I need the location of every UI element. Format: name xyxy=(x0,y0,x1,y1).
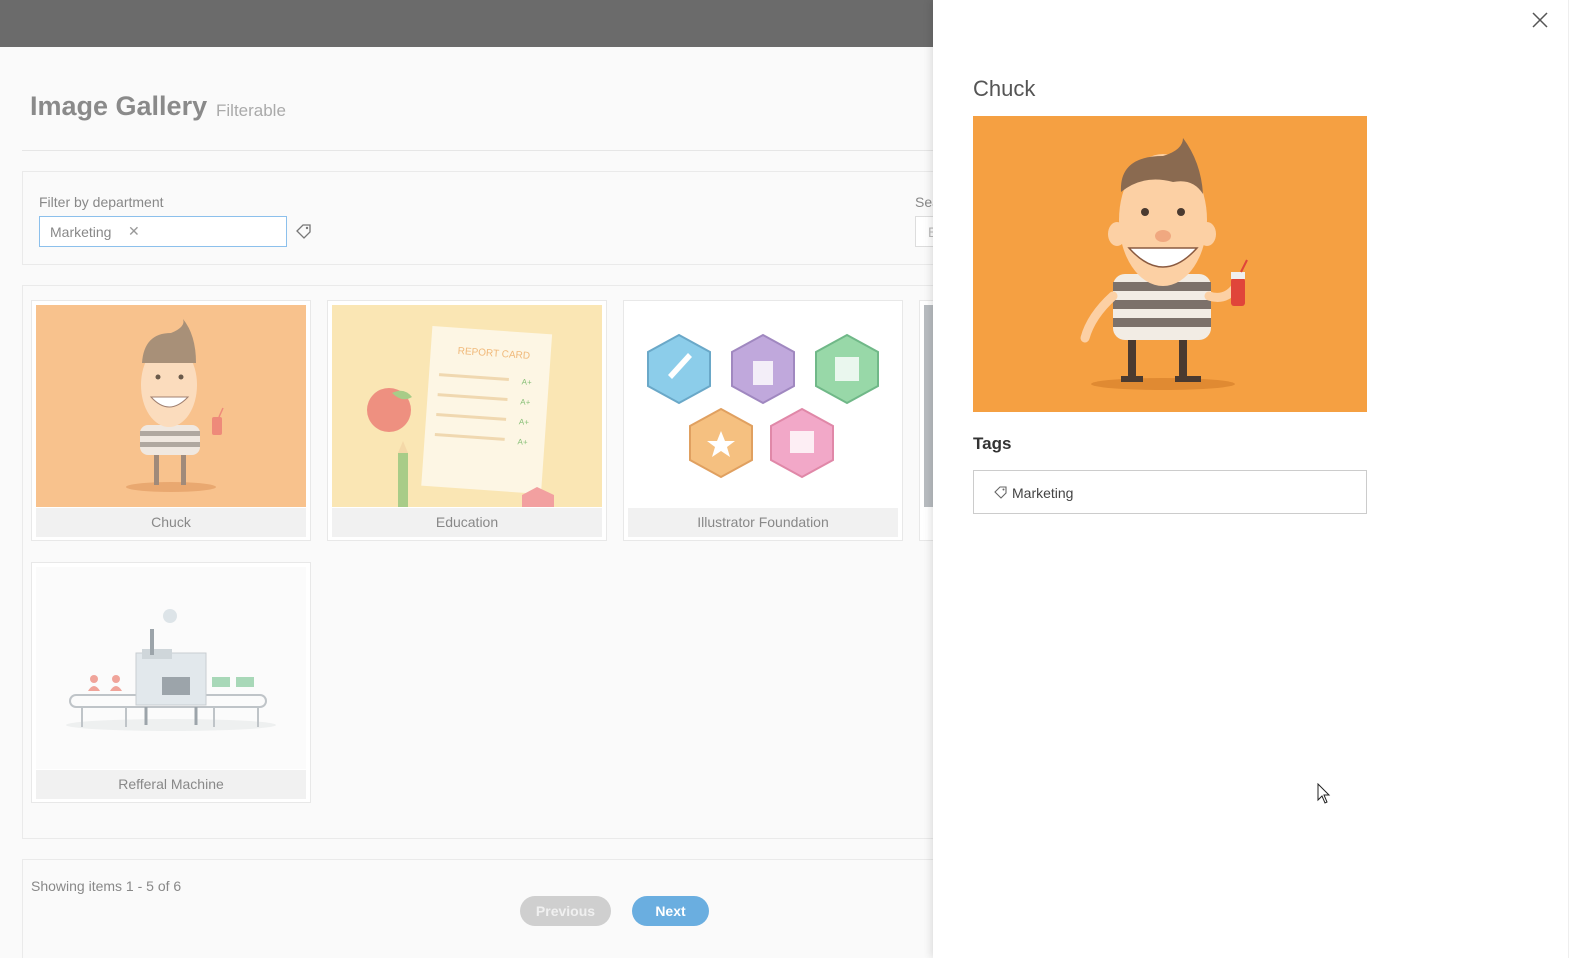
page-title: Image Gallery xyxy=(30,91,208,121)
card-caption: Chuck xyxy=(36,508,306,537)
tag-icon xyxy=(994,486,1007,499)
tags-heading: Tags xyxy=(973,434,1012,453)
pagination: Showing items 1 - 5 of 6 Previous Next xyxy=(22,859,942,958)
grade-2: A+ xyxy=(520,397,531,407)
grade-4: A+ xyxy=(517,437,528,447)
close-icon[interactable]: ✕ xyxy=(128,223,140,240)
grade-1: A+ xyxy=(521,377,532,387)
chuck-detail-image xyxy=(973,116,1367,412)
education-illustration: REPORT CARD A+ A+ A+ A+ xyxy=(367,326,554,507)
page-subtitle: Filterable xyxy=(216,101,286,120)
next-button[interactable]: Next xyxy=(632,896,709,926)
title-divider xyxy=(22,150,942,151)
tags-list: Marketing xyxy=(973,470,1367,514)
card-caption: Education xyxy=(332,508,602,537)
gallery-card-education[interactable]: REPORT CARD A+ A+ A+ A+ Education xyxy=(327,300,607,541)
tag-label: Marketing xyxy=(1012,485,1074,501)
gallery-card-refferal-machine[interactable]: Refferal Machine xyxy=(31,562,311,803)
grade-3: A+ xyxy=(519,417,530,427)
tag-clear-icon[interactable] xyxy=(295,222,313,240)
gallery-grid: Chuck REPORT CARD A+ A+ A+ A+ Education … xyxy=(22,285,942,839)
previous-button[interactable]: Previous xyxy=(520,896,611,926)
drawer-scrollbar[interactable] xyxy=(1568,0,1592,958)
card-caption: Illustrator Foundation xyxy=(628,508,898,537)
drawer-title: Chuck xyxy=(973,76,1036,101)
mouse-cursor-icon xyxy=(1317,783,1331,804)
detail-drawer: Chuck Tags Marketing xyxy=(933,0,1568,958)
filter-panel: Filter by department Marketing ✕ Sea E xyxy=(22,171,955,265)
close-icon[interactable] xyxy=(1530,10,1550,30)
filter-label: Filter by department xyxy=(39,194,164,210)
gallery-card-chuck[interactable]: Chuck xyxy=(31,300,311,541)
refferal-machine-thumbnail xyxy=(36,567,306,769)
chuck-illustration xyxy=(126,319,224,492)
refferal-machine-illustration xyxy=(66,609,276,731)
filter-chip: Marketing xyxy=(50,224,112,240)
education-thumbnail: REPORT CARD A+ A+ A+ A+ xyxy=(332,305,602,507)
hexagon-badges-illustration xyxy=(647,333,879,479)
pagination-summary: Showing items 1 - 5 of 6 xyxy=(31,878,182,894)
chuck-thumbnail xyxy=(36,305,306,507)
department-filter-input[interactable]: Marketing ✕ xyxy=(39,216,287,247)
card-caption: Refferal Machine xyxy=(36,770,306,799)
illustrator-thumbnail xyxy=(628,305,898,507)
gallery-card-illustrator-foundation[interactable]: Illustrator Foundation xyxy=(623,300,903,541)
